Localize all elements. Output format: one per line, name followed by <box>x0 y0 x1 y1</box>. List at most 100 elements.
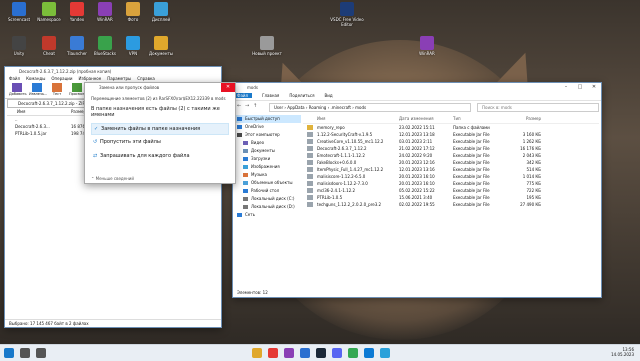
app-icon <box>70 36 84 50</box>
taskbar-search-icon[interactable] <box>20 348 30 358</box>
col-type[interactable]: Тип <box>453 115 461 123</box>
minimize-button[interactable]: – <box>559 83 573 92</box>
file-size: 3 160 КБ <box>522 132 541 137</box>
file-name: CreativeCore_v1.10.55_mc1.12.2 <box>317 139 384 144</box>
winrar-tool-button[interactable]: Добавить <box>9 83 27 96</box>
app-icon <box>12 36 26 50</box>
file-type: Executable Jar File <box>453 174 490 179</box>
winrar-status: Выбрано: 17 145 467 байт в 2 файлах <box>5 319 221 327</box>
file-type: Executable Jar File <box>453 167 490 172</box>
replace-option[interactable]: ✓ Заменить файлы в папке назначения <box>91 123 229 135</box>
desktop-icon[interactable]: Unity <box>2 36 36 61</box>
taskbar-discord-icon[interactable] <box>332 348 342 358</box>
up-icon[interactable]: ↑ <box>253 103 257 109</box>
file-row[interactable]: mcl36-2.4.1-1.12.2 05.02.2022 15:22 Execut… <box>303 187 599 194</box>
file-row[interactable]: malisisdoors-1.12.2-7.3.0 20.01.2023 16:1… <box>303 180 599 187</box>
sidebar-label: Этот компьютер <box>245 132 280 137</box>
file-row[interactable]: techguns_1.12.2_2.0.2.0_pre3.2 02.02.2022… <box>303 201 599 208</box>
sidebar-item[interactable]: Локальный диск (D:) <box>233 203 301 211</box>
desktop-icon[interactable]: VSDC Free Video Editor <box>330 2 364 27</box>
taskbar-winrar-icon[interactable] <box>284 348 294 358</box>
file-name: malisiscore-1.12.2-6.5.0 <box>317 174 366 179</box>
sidebar-item[interactable]: Видео <box>233 139 301 147</box>
taskbar-yandex-icon[interactable] <box>268 348 278 358</box>
desktop-icon[interactable]: Screencast <box>2 2 36 27</box>
desktop-icon[interactable]: WinRAR <box>410 36 444 61</box>
taskbar-explorer-icon[interactable] <box>252 348 262 358</box>
col-size[interactable]: Размер <box>493 115 541 123</box>
winrar-menu-item[interactable]: Справка <box>137 76 155 81</box>
taskbar-steam-icon[interactable] <box>316 348 326 358</box>
winrar-col-name[interactable]: Имя <box>17 109 25 114</box>
taskbar-edge-icon[interactable] <box>364 348 374 358</box>
desktop-icon-label: Screencast <box>7 17 31 22</box>
app-icon <box>98 36 112 50</box>
winrar-tool-button[interactable]: Тест <box>49 83 65 96</box>
winrar-titlebar[interactable]: Decocraft-2.6.3.7_1.12.2.zip (пробная ко… <box>5 67 221 76</box>
file-row[interactable]: Decocraft-2.6.3.7_1.12.2 21.02.2022 17:12… <box>303 145 599 152</box>
taskbar-start-icon[interactable] <box>4 348 14 358</box>
maximize-button[interactable]: □ <box>573 83 587 92</box>
winrar-menu-item[interactable]: Команды <box>26 76 45 81</box>
winrar-tool-button[interactable]: Просмотр <box>69 83 87 96</box>
sidebar-item[interactable]: Загрузки <box>233 155 301 163</box>
winrar-menu-item[interactable]: Операции <box>51 76 72 81</box>
winrar-menu-item[interactable]: Избранное <box>79 76 102 81</box>
sidebar-item[interactable]: Изображения <box>233 163 301 171</box>
file-row[interactable]: PTRLib-1.0.5 15.06.2021 3:40 Executable Ja… <box>303 194 599 201</box>
jar-file-icon <box>307 153 313 158</box>
sidebar-item[interactable]: OneDrive <box>233 123 301 131</box>
file-date: 05.02.2022 15:22 <box>399 188 435 193</box>
skip-option[interactable]: ↺ Пропустить эти файлы <box>91 137 229 147</box>
taskbar-chrome-icon[interactable] <box>348 348 358 358</box>
ribbon-tab[interactable]: Поделиться <box>289 93 314 98</box>
taskbar-media-icon[interactable] <box>300 348 310 358</box>
winrar-menu-item[interactable]: Параметры <box>107 76 131 81</box>
search-input[interactable]: Поиск в: mods <box>477 103 599 112</box>
dialog-titlebar[interactable]: Замена или пропуск файлов <box>85 83 235 92</box>
forward-icon[interactable]: → <box>245 103 249 109</box>
winrar-menu-item[interactable]: Файл <box>9 76 20 81</box>
sidebar-label: Локальный диск (D:) <box>251 204 295 209</box>
file-row[interactable]: Emotecraft-1.1.1-1.12.2 24.02.2022 9:20 Ex… <box>303 152 599 159</box>
file-name: FakeBlocks+0.6.0.0 <box>317 160 357 165</box>
taskbar-taskview-icon[interactable] <box>36 348 46 358</box>
file-row[interactable]: malisiscore-1.12.2-6.5.0 20.01.2023 16:10… <box>303 173 599 180</box>
desktop-icon[interactable]: Документы <box>144 36 178 61</box>
file-row[interactable]: CreativeCore_v1.10.55_mc1.12.2 03.01.2023… <box>303 138 599 145</box>
sidebar-icon <box>243 149 248 153</box>
ask-each-option[interactable]: ⇄ Запрашивать для каждого файла <box>91 151 229 161</box>
sidebar-item[interactable]: Сеть <box>233 211 301 219</box>
col-name[interactable]: Имя <box>317 115 325 123</box>
app-icon <box>42 2 56 16</box>
sidebar-item[interactable]: Быстрый доступ <box>233 115 301 123</box>
less-details-link[interactable]: ⌃ Меньше сведений <box>91 176 134 181</box>
close-button[interactable]: ✕ <box>587 83 601 92</box>
sidebar-item[interactable]: Локальный диск (C:) <box>233 195 301 203</box>
winrar-row-name: Decocraft-2.6.3... <box>15 124 50 129</box>
sidebar-item[interactable]: Этот компьютер <box>233 131 301 139</box>
taskbar-telegram-icon[interactable] <box>380 348 390 358</box>
ribbon-tab[interactable]: Главная <box>262 93 279 98</box>
taskbar-clock[interactable]: 13:56 14.05.2023 <box>611 347 634 357</box>
desktop-icon[interactable]: Дисплей <box>144 2 178 27</box>
desktop-icon[interactable]: Новый проект <box>250 36 284 61</box>
sidebar-label: OneDrive <box>245 124 264 129</box>
back-icon[interactable]: ← <box>237 103 241 109</box>
address-input[interactable]: User › AppData › Roaming › .minecraft › … <box>269 103 471 112</box>
file-row[interactable]: 1.12.2-SecurityCraft-v.1.9.5 12.01.2023 1… <box>303 131 599 138</box>
col-date[interactable]: Дата изменения <box>399 115 434 123</box>
winrar-tool-button[interactable]: Извлечь... <box>29 83 47 96</box>
sidebar-item[interactable]: Объемные объекты <box>233 179 301 187</box>
ribbon-tab[interactable]: Вид <box>324 93 332 98</box>
dialog-close-button[interactable]: ✕ <box>221 83 235 92</box>
sidebar-label: Видео <box>251 140 265 145</box>
sidebar-item[interactable]: Музыка <box>233 171 301 179</box>
explorer-titlebar[interactable]: mods <box>233 83 601 92</box>
clock-date: 14.05.2023 <box>611 352 634 357</box>
sidebar-item[interactable]: Рабочий стол <box>233 187 301 195</box>
file-row[interactable]: FakeBlocks+0.6.0.0 20.01.2023 12:16 Execut… <box>303 159 599 166</box>
folder-row[interactable]: memory_repo 23.02.2022 15:11 Папка с файла… <box>303 124 599 131</box>
file-row[interactable]: ItemPhysic_Full_1.4.27_mc1.12.2 12.01.202… <box>303 166 599 173</box>
sidebar-item[interactable]: Документы <box>233 147 301 155</box>
